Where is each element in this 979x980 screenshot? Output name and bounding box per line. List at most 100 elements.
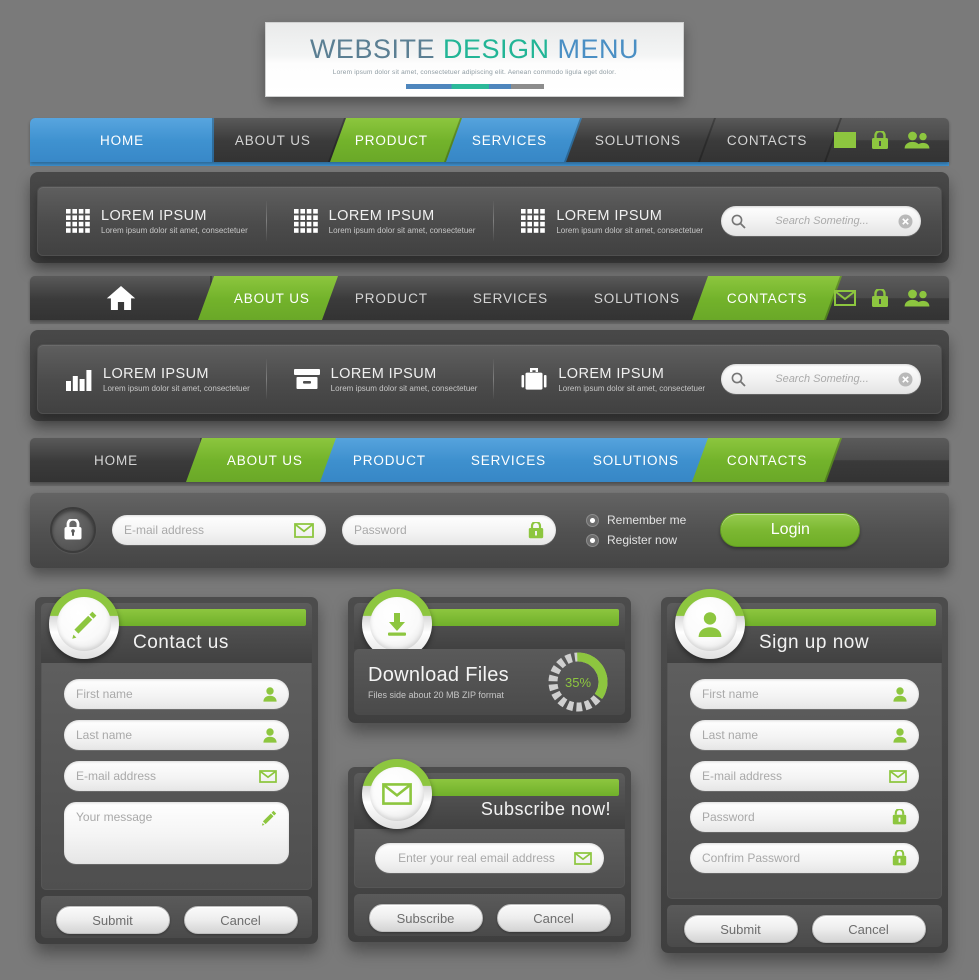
feature-item[interactable]: LOREM IPSUM Lorem ipsum dolor sit amet, … bbox=[493, 357, 721, 401]
nav2-item-product[interactable]: PRODUCT bbox=[321, 276, 463, 320]
nav1-icon-zone bbox=[814, 118, 949, 162]
title-banner: WEBSITE DESIGN MENU Lorem ipsum dolor si… bbox=[265, 22, 684, 97]
feature-item[interactable]: LOREM IPSUM Lorem ipsum dolor sit amet, … bbox=[38, 199, 266, 243]
nav3-item-home[interactable]: HOME bbox=[30, 438, 202, 482]
first-name-field[interactable]: First name bbox=[64, 679, 289, 709]
page-title: WEBSITE DESIGN MENU bbox=[266, 36, 683, 63]
nav3-item-about-us[interactable]: ABOUT US bbox=[185, 438, 345, 482]
users-icon[interactable] bbox=[904, 289, 930, 307]
envelope-icon bbox=[889, 769, 907, 783]
email-field[interactable]: E-mail address bbox=[112, 515, 326, 545]
signup-card-title: Sign up now bbox=[759, 632, 870, 653]
user-icon bbox=[893, 686, 907, 702]
feature-title: LOREM IPSUM bbox=[103, 365, 209, 382]
feature-item[interactable]: LOREM IPSUM Lorem ipsum dolor sit amet, … bbox=[265, 199, 494, 243]
submit-button[interactable]: Submit bbox=[55, 906, 170, 934]
envelope-icon[interactable] bbox=[833, 290, 856, 306]
subscribe-button[interactable]: Subscribe bbox=[368, 904, 483, 932]
search-input[interactable]: Search Someting... bbox=[752, 215, 892, 227]
radio-icon[interactable] bbox=[586, 533, 599, 547]
nav1-item-solutions[interactable]: SOLUTIONS bbox=[559, 118, 717, 162]
nav-label: SERVICES bbox=[471, 452, 547, 468]
progress-percent-label: 35% bbox=[564, 674, 592, 690]
lock-icon[interactable] bbox=[871, 288, 889, 308]
feature-title: LOREM IPSUM bbox=[330, 365, 437, 382]
contact-us-card: Contact us First name Last name E-mail a… bbox=[35, 589, 318, 944]
bar-chart-icon bbox=[66, 367, 92, 391]
nav3-item-services[interactable]: SERVICES bbox=[437, 438, 581, 482]
archive-box-icon bbox=[293, 367, 320, 391]
last-name-field[interactable]: Last name bbox=[64, 720, 289, 750]
nav2-item-services[interactable]: SERVICES bbox=[439, 276, 583, 320]
nav-label: SOLUTIONS bbox=[594, 132, 682, 148]
title-word-2: DESIGN bbox=[442, 34, 550, 64]
login-button[interactable]: Login bbox=[720, 513, 861, 547]
last-name-field[interactable]: Last name bbox=[690, 720, 919, 750]
search-box[interactable]: Search Someting... bbox=[721, 364, 922, 394]
login-options: Remember me Register now bbox=[586, 513, 686, 547]
search-input[interactable]: Search Someting... bbox=[752, 373, 892, 385]
nav1-item-home[interactable]: HOME bbox=[30, 118, 214, 162]
toolbar-2-frame: LOREM IPSUM Lorem ipsum dolor sit amet, … bbox=[30, 330, 949, 421]
password-field[interactable]: Password bbox=[342, 515, 556, 545]
search-box[interactable]: Search Someting... bbox=[721, 206, 922, 236]
envelope-icon[interactable] bbox=[833, 132, 856, 148]
header-accent-bar bbox=[414, 609, 619, 626]
lock-icon bbox=[528, 521, 544, 539]
clear-icon[interactable] bbox=[898, 372, 913, 387]
nav-block-3: HOME ABOUT US PRODUCT SERVICES SOLUTIONS… bbox=[30, 438, 949, 568]
clear-icon[interactable] bbox=[898, 214, 913, 229]
nav1-item-about-us[interactable]: ABOUT US bbox=[199, 118, 347, 162]
remember-me-option[interactable]: Remember me bbox=[586, 513, 686, 527]
home-icon bbox=[106, 285, 136, 311]
pencil-icon bbox=[261, 810, 277, 826]
header-accent-bar bbox=[101, 609, 306, 626]
field-placeholder: Enter your real email address bbox=[398, 851, 555, 865]
grid-icon bbox=[66, 209, 90, 233]
envelope-icon bbox=[294, 522, 314, 538]
download-files-card: Download Files Files side about 20 MB ZI… bbox=[348, 589, 631, 723]
lock-icon[interactable] bbox=[871, 130, 889, 150]
nav2-icon-zone bbox=[814, 276, 949, 320]
register-now-option[interactable]: Register now bbox=[586, 533, 686, 547]
lock-icon bbox=[892, 809, 907, 825]
feature-item[interactable]: LOREM IPSUM Lorem ipsum dolor sit amet, … bbox=[38, 357, 266, 401]
feature-item[interactable]: LOREM IPSUM Lorem ipsum dolor sit amet, … bbox=[265, 357, 494, 401]
first-name-field[interactable]: First name bbox=[690, 679, 919, 709]
submit-button[interactable]: Submit bbox=[683, 915, 798, 943]
email-placeholder: E-mail address bbox=[124, 523, 205, 537]
nav3-item-product[interactable]: PRODUCT bbox=[319, 438, 461, 482]
cancel-button[interactable]: Cancel bbox=[183, 906, 298, 934]
field-placeholder: Password bbox=[702, 810, 755, 824]
feature-subtitle: Lorem ipsum dolor sit amet, consectetuer bbox=[556, 225, 704, 235]
cancel-button[interactable]: Cancel bbox=[811, 915, 926, 943]
radio-icon[interactable] bbox=[586, 513, 599, 527]
signup-card-badge bbox=[675, 589, 745, 659]
download-title: Download Files bbox=[368, 664, 509, 686]
nav3-item-solutions[interactable]: SOLUTIONS bbox=[557, 438, 715, 482]
email-field[interactable]: E-mail address bbox=[690, 761, 919, 791]
nav2-item-solutions[interactable]: SOLUTIONS bbox=[559, 276, 715, 320]
title-divider-rule bbox=[405, 84, 544, 89]
header-accent-bar bbox=[414, 779, 619, 796]
cancel-button[interactable]: Cancel bbox=[496, 904, 611, 932]
feature-subtitle: Lorem ipsum dolor sit amet, consectetuer bbox=[101, 225, 248, 235]
login-lock-badge bbox=[50, 507, 96, 553]
download-panel: Download Files Files side about 20 MB ZI… bbox=[354, 649, 625, 715]
subscribe-email-field[interactable]: Enter your real email address bbox=[375, 843, 604, 873]
users-icon[interactable] bbox=[904, 131, 930, 149]
subscribe-card-header: Subscribe now! bbox=[354, 759, 625, 829]
user-icon bbox=[263, 727, 277, 743]
lock-icon bbox=[63, 519, 83, 541]
nav2-home-tab[interactable] bbox=[30, 276, 212, 320]
feature-item[interactable]: LOREM IPSUM Lorem ipsum dolor sit amet, … bbox=[493, 199, 721, 243]
password-field[interactable]: Password bbox=[690, 802, 919, 832]
nav-label: CONTACTS bbox=[726, 452, 808, 468]
confirm-password-field[interactable]: Confrim Password bbox=[690, 843, 919, 873]
subscribe-card-actions: Subscribe Cancel bbox=[354, 894, 625, 936]
nav3-item-contacts[interactable]: CONTACTS bbox=[691, 438, 843, 482]
message-field[interactable]: Your message bbox=[64, 802, 289, 864]
email-field[interactable]: E-mail address bbox=[64, 761, 289, 791]
toolbar-1-frame: LOREM IPSUM Lorem ipsum dolor sit amet, … bbox=[30, 172, 949, 263]
download-text: Download Files Files side about 20 MB ZI… bbox=[368, 664, 509, 700]
